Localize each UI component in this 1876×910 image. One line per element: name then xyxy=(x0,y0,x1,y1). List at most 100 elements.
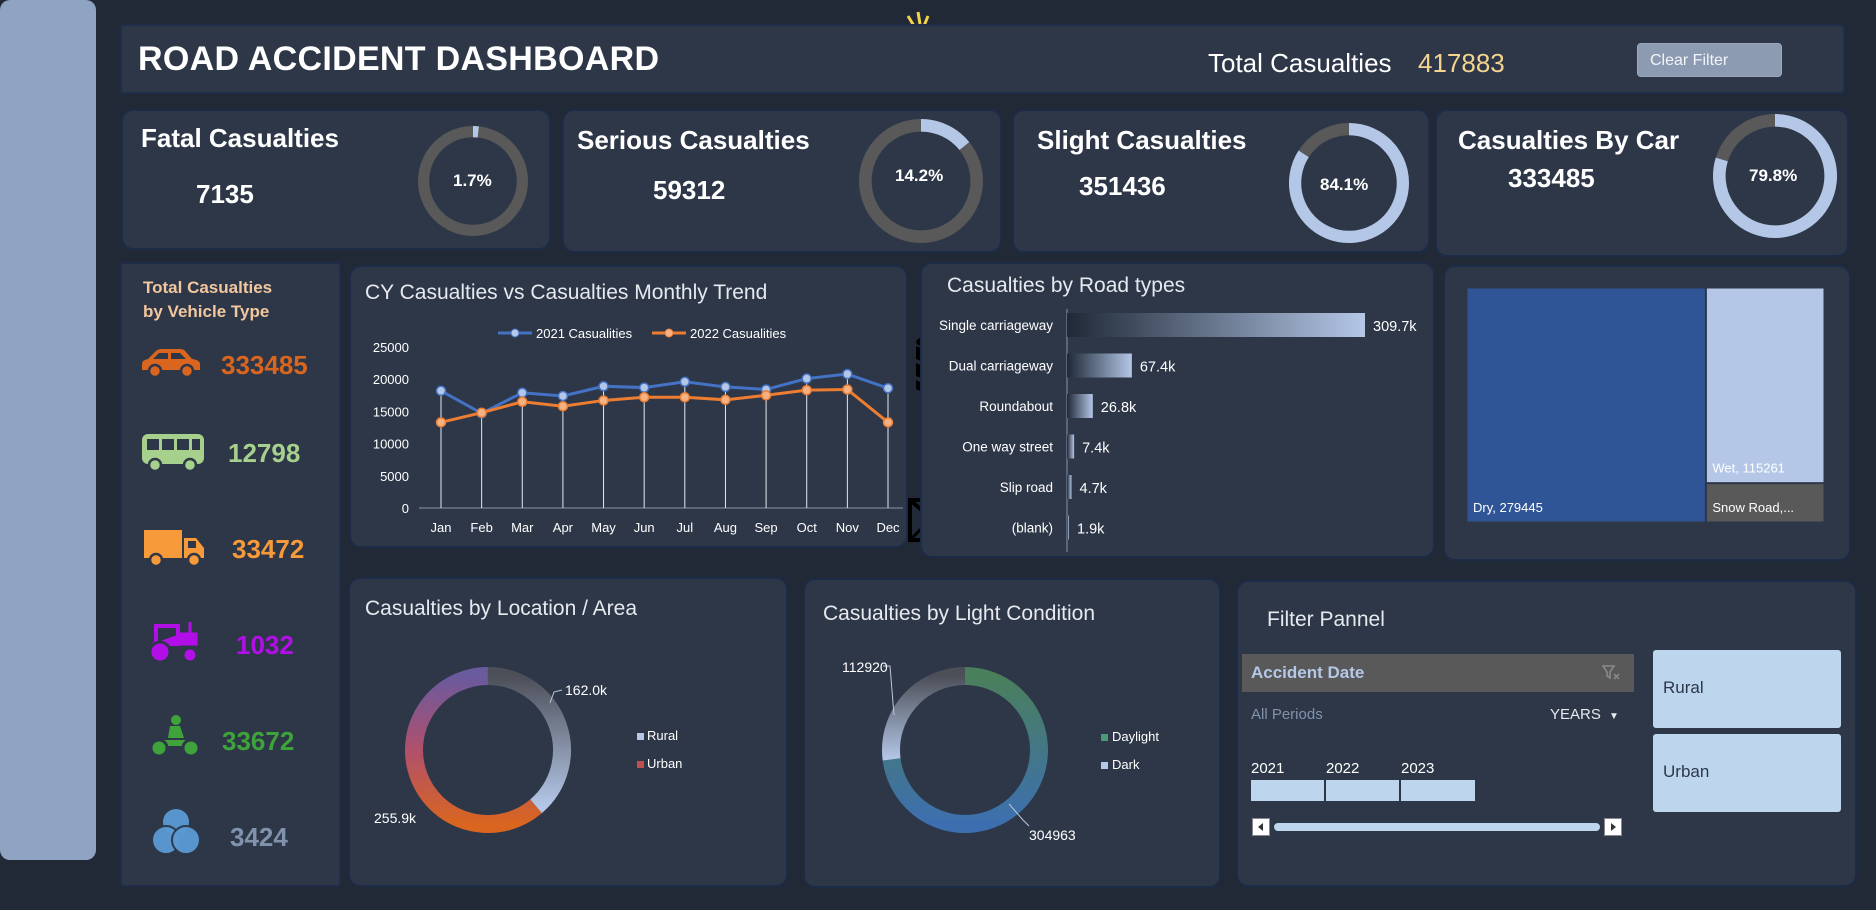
scroll-right-button[interactable] xyxy=(1604,818,1622,836)
y-tick-label: 0 xyxy=(402,501,409,516)
date-timeline: Accident Date All Periods YEARS ▼ 2021 2… xyxy=(1242,654,1634,822)
truck-icon xyxy=(144,530,204,568)
kpi-percent: 79.8% xyxy=(1749,166,1798,185)
scroll-track[interactable] xyxy=(1274,823,1600,831)
donut-slice-rural xyxy=(487,667,571,814)
series-point xyxy=(760,390,772,401)
series-point xyxy=(801,384,812,396)
timeline-header: Accident Date xyxy=(1242,654,1634,692)
legend-label: 2021 Casualities xyxy=(536,326,633,341)
legend-marker xyxy=(664,328,674,338)
legend-marker xyxy=(510,328,520,338)
treemap-tile xyxy=(1466,287,1706,523)
treemap-label: Snow Road,... xyxy=(1712,500,1794,515)
data-label: 162.0k xyxy=(565,682,608,698)
category-label: Slip road xyxy=(1000,480,1053,495)
bus-icon xyxy=(142,434,204,472)
motorbike-icon xyxy=(149,715,201,758)
vehicle-value-other: 3424 xyxy=(230,822,288,852)
road-surface-panel: Dry, 279445 Wet, 115261 Snow Road,... xyxy=(1443,265,1851,561)
slicer-rural-button[interactable]: Rural xyxy=(1653,650,1841,728)
timeline-bar-2022[interactable] xyxy=(1326,780,1400,801)
category-label: Single carriageway xyxy=(939,318,1053,333)
header: ROAD ACCIDENT DASHBOARD Total Casualties… xyxy=(120,24,1845,94)
series-point xyxy=(517,396,528,407)
legend-swatch xyxy=(1101,734,1108,741)
x-tick-label: Aug xyxy=(714,520,737,535)
vehicle-value-car: 333485 xyxy=(221,350,308,380)
legend-label: 2022 Casualities xyxy=(690,326,787,341)
tractor-icon xyxy=(148,622,199,664)
all-periods-label: All Periods xyxy=(1251,706,1323,723)
page-title: ROAD ACCIDENT DASHBOARD xyxy=(138,40,660,78)
series-point xyxy=(882,382,894,394)
year-label-2022: 2022 xyxy=(1326,760,1360,777)
monthly-trend-chart: 0 5000 10000 15000 20000 25000 Jan Feb Mar Apr May… xyxy=(373,326,903,535)
x-tick-label: Sep xyxy=(755,520,778,535)
location-panel: Casualties by Location / Area 162.0k 255.… xyxy=(348,577,788,887)
y-tick-label: 10000 xyxy=(373,437,409,452)
series-point xyxy=(557,390,569,402)
kpi-value: 351436 xyxy=(1079,171,1166,201)
scroll-left-button[interactable] xyxy=(1252,818,1270,836)
treemap-tile xyxy=(1705,287,1825,484)
y-tick-label: 5000 xyxy=(380,469,409,484)
legend-swatch xyxy=(1101,762,1108,769)
series-point xyxy=(842,368,853,380)
chevron-down-icon: ▼ xyxy=(1609,711,1619,722)
clear-filter-icon[interactable] xyxy=(1602,664,1620,682)
x-tick-label: Nov xyxy=(836,520,860,535)
timeline-field-name: Accident Date xyxy=(1251,663,1365,682)
x-tick-label: Jun xyxy=(634,520,655,535)
bar xyxy=(1067,475,1072,499)
series-point xyxy=(476,407,487,418)
x-tick-label: May xyxy=(591,520,616,535)
donut-slice-urban xyxy=(405,667,542,833)
kpi-title: Slight Casualties xyxy=(1037,125,1247,155)
vehicle-value-truck: 33472 xyxy=(232,534,305,564)
kpi-card-car: Casualties By Car 333485 79.8% xyxy=(1435,109,1849,257)
kpi-percent: 14.2% xyxy=(895,166,944,185)
data-label: 4.7k xyxy=(1080,481,1108,497)
period-unit-dropdown[interactable]: YEARS ▼ xyxy=(1550,706,1619,723)
kpi-title: Casualties By Car xyxy=(1458,125,1680,155)
y-tick-label: 15000 xyxy=(373,404,409,419)
category-label: (blank) xyxy=(1012,521,1053,536)
donut-slice-dark xyxy=(882,667,966,761)
bar xyxy=(1067,313,1365,337)
data-label: 112920 xyxy=(842,659,888,675)
vehicle-type-panel: Total Casualties by Vehicle Type 333485 … xyxy=(120,262,341,887)
bar xyxy=(1067,515,1069,540)
series-point xyxy=(598,395,609,406)
timeline-bar-2021[interactable] xyxy=(1251,780,1325,801)
kpi-title: Fatal Casualties xyxy=(141,123,339,153)
series-point xyxy=(720,394,731,406)
category-label: Roundabout xyxy=(979,399,1053,414)
scroll-right-icon xyxy=(1611,823,1616,831)
vehicle-value-tractor: 1032 xyxy=(236,630,294,660)
kpi-percent: 1.7% xyxy=(453,171,492,190)
filter-panel: Filter Pannel Accident Date All Periods … xyxy=(1236,580,1857,887)
series-point xyxy=(679,376,691,388)
slicer-urban-button[interactable]: Urban xyxy=(1653,734,1841,812)
series-point xyxy=(557,400,569,412)
x-tick-label: Dec xyxy=(876,520,900,535)
y-tick-label: 25000 xyxy=(373,340,409,355)
filter-title: Filter Pannel xyxy=(1267,608,1385,631)
series-point xyxy=(801,373,812,384)
y-tick-label: 20000 xyxy=(373,372,409,387)
light-donut-chart: 112920 304963 Daylight Dark xyxy=(842,659,1159,843)
timeline-scrollbar[interactable] xyxy=(1252,818,1624,836)
kpi-card-fatal: Fatal Casualties 7135 1.7% xyxy=(121,109,551,250)
timeline-bar-2023[interactable] xyxy=(1401,780,1475,801)
vehicle-panel-title: Total Casualties by Vehicle Type xyxy=(143,276,272,324)
series-point xyxy=(679,391,691,403)
legend-label: Rural xyxy=(647,728,678,743)
venn-icon xyxy=(151,807,201,855)
series-point xyxy=(517,387,528,398)
series-point xyxy=(435,385,447,397)
total-casualties-value: 417883 xyxy=(1418,48,1505,78)
category-label: One way street xyxy=(962,440,1053,455)
treemap-label: Dry, 279445 xyxy=(1473,500,1543,515)
clear-filter-button[interactable]: Clear Filter xyxy=(1637,43,1782,77)
